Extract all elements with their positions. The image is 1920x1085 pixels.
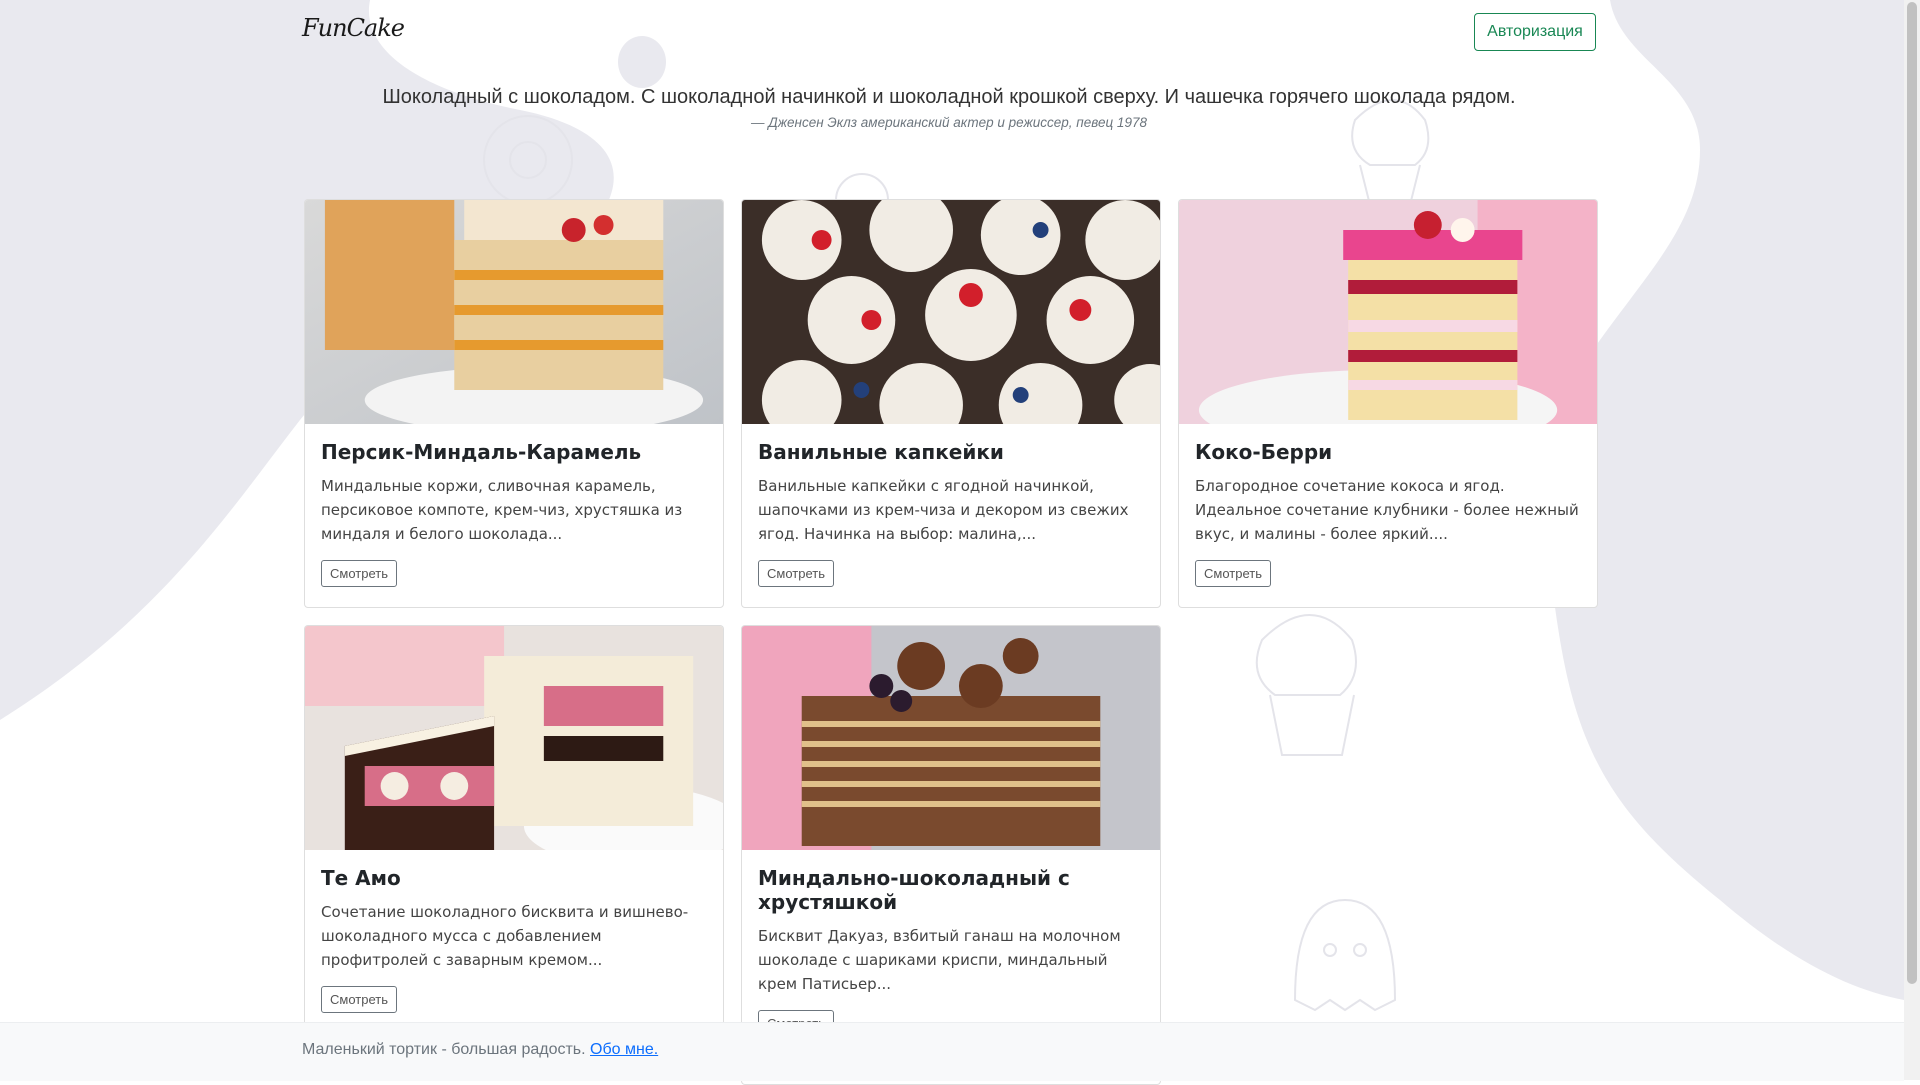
product-title: Коко-Берри bbox=[1195, 440, 1333, 464]
view-button[interactable]: Смотреть bbox=[321, 560, 397, 587]
product-card: Ванильные капкейки Ванильные капкейки с … bbox=[741, 199, 1161, 608]
product-image[interactable] bbox=[742, 626, 1160, 850]
product-description: Ванильные капкейки с ягодной начинкой, ш… bbox=[758, 477, 1129, 543]
product-title: Персик-Миндаль-Карамель bbox=[321, 440, 642, 464]
quote-author: — Дженсен Эклз американский актер и режи… bbox=[751, 115, 1147, 130]
product-image[interactable] bbox=[305, 626, 723, 850]
product-description: Миндальные коржи, сливочная карамель, пе… bbox=[321, 477, 683, 543]
product-description: Бисквит Дакуаз, взбитый ганаш на молочно… bbox=[758, 927, 1121, 993]
product-card: Персик-Миндаль-Карамель Миндальные коржи… bbox=[304, 199, 724, 608]
product-card: Миндально-шоколадный с хрустяшкой Бискви… bbox=[741, 625, 1161, 1085]
product-title: Ванильные капкейки bbox=[758, 440, 1004, 464]
product-image[interactable] bbox=[742, 200, 1160, 424]
about-link[interactable]: Обо мне. bbox=[590, 1041, 658, 1058]
navbar: FunCake Авторизация bbox=[0, 0, 1904, 64]
product-image[interactable] bbox=[305, 200, 723, 424]
brand-logo[interactable]: FunCake bbox=[302, 14, 405, 42]
scrollbar[interactable] bbox=[1904, 0, 1920, 1080]
quote-block: Шоколадный с шоколадом. С шоколадной нач… bbox=[302, 86, 1596, 130]
product-description: Сочетание шоколадного бисквита и вишнево… bbox=[321, 903, 689, 969]
footer-tagline: Маленький тортик - большая радость. bbox=[302, 1041, 586, 1058]
footer-text: Маленький тортик - большая радость. Обо … bbox=[302, 1041, 658, 1059]
product-card: Те Амо Сочетание шоколадного бисквита и … bbox=[304, 625, 724, 1034]
product-title: Миндально-шоколадный с хрустяшкой bbox=[758, 866, 1070, 914]
footer: Маленький тортик - большая радость. Обо … bbox=[0, 1022, 1904, 1081]
view-button[interactable]: Смотреть bbox=[758, 560, 834, 587]
product-image[interactable] bbox=[1179, 200, 1597, 424]
product-description: Благородное сочетание кокоса и ягод. Иде… bbox=[1195, 477, 1579, 543]
product-title: Те Амо bbox=[321, 866, 401, 890]
scrollbar-thumb[interactable] bbox=[1907, 2, 1917, 984]
quote-text: Шоколадный с шоколадом. С шоколадной нач… bbox=[382, 86, 1516, 108]
view-button[interactable]: Смотреть bbox=[321, 986, 397, 1013]
product-card: Коко-Берри Благородное сочетание кокоса … bbox=[1178, 199, 1598, 608]
view-button[interactable]: Смотреть bbox=[1195, 560, 1271, 587]
login-button[interactable]: Авторизация bbox=[1474, 13, 1596, 51]
